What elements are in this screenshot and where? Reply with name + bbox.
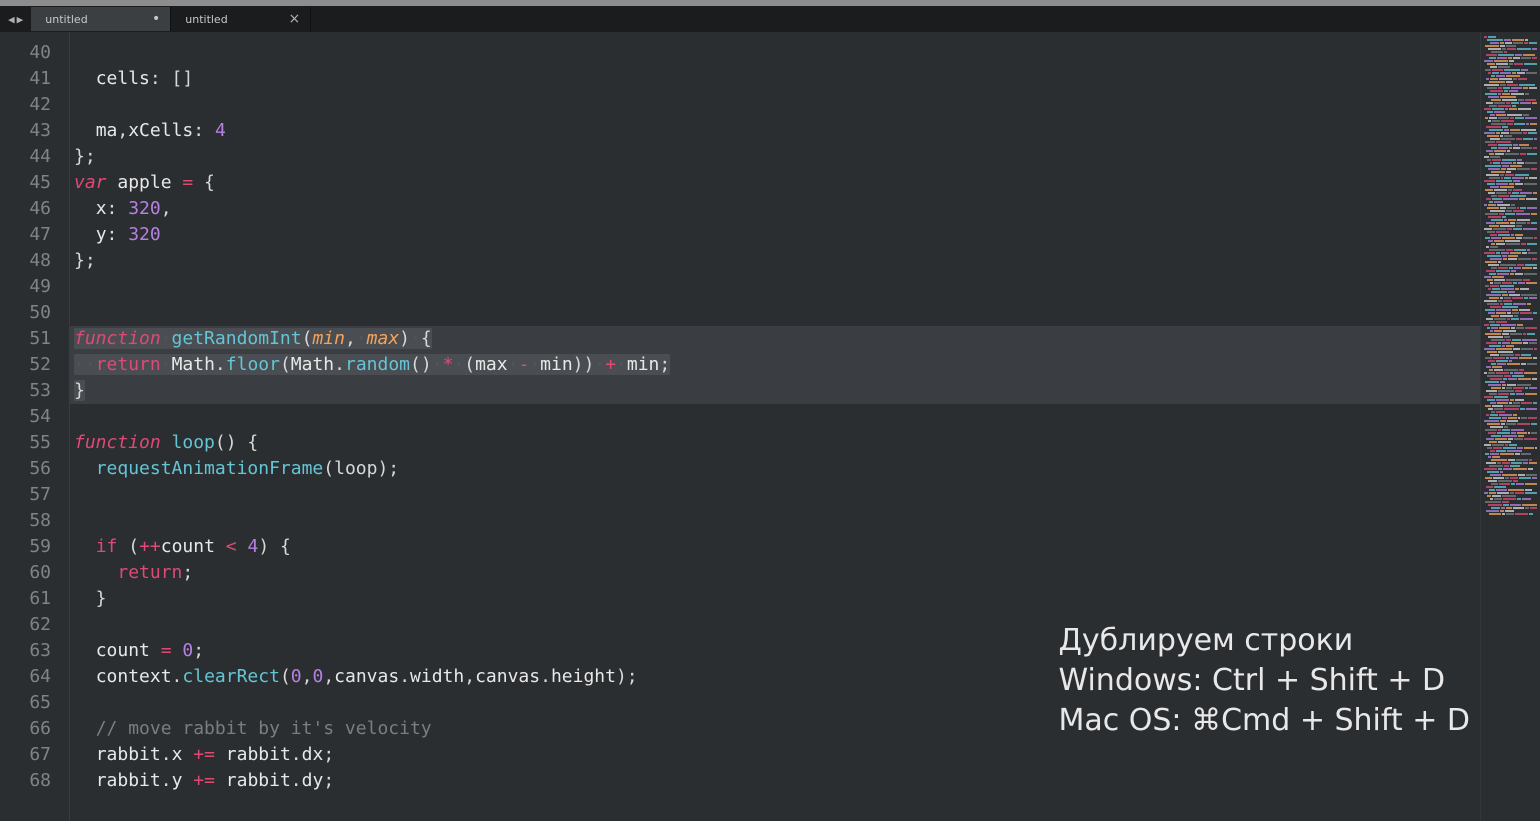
line-number: 63: [0, 638, 51, 664]
line-number: 42: [0, 92, 51, 118]
line-number: 60: [0, 560, 51, 586]
line-number: 46: [0, 196, 51, 222]
line-number: 43: [0, 118, 51, 144]
tab-label: untitled: [45, 13, 87, 26]
line-number: 52: [0, 352, 51, 378]
code-line[interactable]: requestAnimationFrame(loop);: [70, 456, 1480, 482]
tab-untitled-1[interactable]: untitled •: [31, 7, 171, 31]
line-number: 41: [0, 66, 51, 92]
line-number: 44: [0, 144, 51, 170]
code-line[interactable]: }: [70, 378, 1480, 404]
code-line[interactable]: var apple = {: [70, 170, 1480, 196]
line-number: 64: [0, 664, 51, 690]
tab-label: untitled: [185, 13, 227, 26]
line-number: 56: [0, 456, 51, 482]
nav-forward-icon[interactable]: ▶: [17, 13, 24, 26]
shortcut-tip-overlay: Дублируем строки Windows: Ctrl + Shift +…: [1058, 621, 1470, 741]
line-number: 62: [0, 612, 51, 638]
line-number: 45: [0, 170, 51, 196]
line-number: 58: [0, 508, 51, 534]
line-number: 57: [0, 482, 51, 508]
code-line[interactable]: [70, 274, 1480, 300]
tip-windows: Windows: Ctrl + Shift + D: [1058, 661, 1470, 701]
code-line[interactable]: if (++count < 4) {: [70, 534, 1480, 560]
code-line[interactable]: [70, 40, 1480, 66]
tab-nav-arrows: ◀ ▶: [4, 13, 31, 26]
code-line[interactable]: rabbit.x += rabbit.dx;: [70, 742, 1480, 768]
line-number: 40: [0, 40, 51, 66]
line-number: 68: [0, 768, 51, 794]
line-number: 48: [0, 248, 51, 274]
code-line[interactable]: ma,xCells: 4: [70, 118, 1480, 144]
code-line[interactable]: };: [70, 248, 1480, 274]
minimap[interactable]: [1480, 32, 1540, 821]
code-line[interactable]: [70, 508, 1480, 534]
line-number: 50: [0, 300, 51, 326]
line-number: 65: [0, 690, 51, 716]
code-line[interactable]: [70, 404, 1480, 430]
line-number: 61: [0, 586, 51, 612]
code-line[interactable]: };: [70, 144, 1480, 170]
code-line[interactable]: [70, 482, 1480, 508]
tip-macos: Mac OS: ⌘Cmd + Shift + D: [1058, 701, 1470, 741]
code-line[interactable]: return;: [70, 560, 1480, 586]
code-line[interactable]: }: [70, 586, 1480, 612]
line-number: 66: [0, 716, 51, 742]
line-number: 51: [0, 326, 51, 352]
line-number: 67: [0, 742, 51, 768]
close-icon[interactable]: ×: [289, 11, 301, 27]
code-line[interactable]: function loop() {: [70, 430, 1480, 456]
nav-back-icon[interactable]: ◀: [8, 13, 15, 26]
code-line[interactable]: ··return·Math.floor(Math.random()·*·(max…: [70, 352, 1480, 378]
code-line[interactable]: function·getRandomInt(min,·max)·{: [70, 326, 1480, 352]
code-line[interactable]: rabbit.y += rabbit.dy;: [70, 768, 1480, 794]
line-number-gutter: 4041424344454647484950515253545556575859…: [0, 32, 70, 821]
line-number: 53: [0, 378, 51, 404]
tip-title: Дублируем строки: [1058, 621, 1470, 661]
code-line[interactable]: cells: []: [70, 66, 1480, 92]
line-number: 59: [0, 534, 51, 560]
tab-bar: ◀ ▶ untitled • untitled ×: [0, 6, 1540, 32]
dirty-indicator-icon: •: [152, 12, 160, 26]
code-line[interactable]: [70, 92, 1480, 118]
line-number: 47: [0, 222, 51, 248]
line-number: 54: [0, 404, 51, 430]
line-number: 55: [0, 430, 51, 456]
line-number: 49: [0, 274, 51, 300]
tab-untitled-2[interactable]: untitled ×: [171, 7, 311, 31]
code-line[interactable]: x: 320,: [70, 196, 1480, 222]
code-line[interactable]: y: 320: [70, 222, 1480, 248]
code-line[interactable]: [70, 300, 1480, 326]
